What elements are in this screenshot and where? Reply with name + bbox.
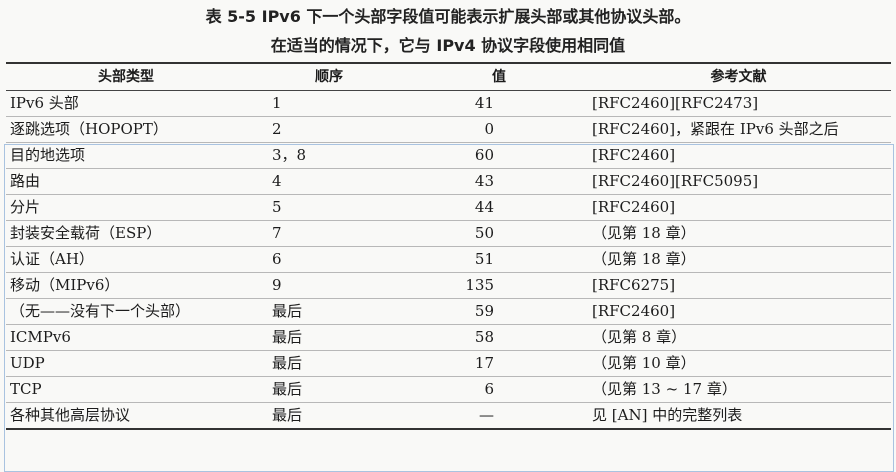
cell-header-type: 认证（AH） — [6, 246, 246, 273]
table-row: 认证（AH） 6 51 （见第 18 章） — [6, 246, 891, 273]
table-row: （无——没有下一个头部） 最后 59 [RFC2460] — [6, 298, 891, 325]
cell-order: 3，8 — [246, 142, 412, 169]
table-row: IPv6 头部 1 41 [RFC2460][RFC2473] — [6, 90, 891, 117]
cell-value: 17 — [412, 350, 586, 377]
cell-header-type: 逐跳选项（HOPOPT） — [6, 116, 246, 143]
cell-reference: 见 [AN] 中的完整列表 — [586, 402, 891, 430]
cell-reference: [RFC2460] — [586, 298, 891, 325]
table-caption-line-1: 表 5-5 IPv6 下一个头部字段值可能表示扩展头部或其他协议头部。 — [205, 7, 691, 26]
cell-order: 最后 — [246, 324, 412, 351]
table-header-row: 头部类型 顺序 值 参考文献 — [6, 62, 891, 91]
cell-order: 9 — [246, 272, 412, 299]
cell-reference: （见第 8 章） — [586, 324, 891, 351]
cell-value: 58 — [412, 324, 586, 351]
cell-order: 6 — [246, 246, 412, 273]
cell-header-type: UDP — [6, 350, 246, 377]
cell-order: 最后 — [246, 298, 412, 325]
column-header-value: 值 — [412, 62, 586, 91]
cell-value: 59 — [412, 298, 586, 325]
cell-value: 6 — [412, 376, 586, 403]
cell-value: 51 — [412, 246, 586, 273]
cell-order: 最后 — [246, 402, 412, 430]
cell-value: — — [412, 402, 586, 430]
cell-reference: [RFC2460][RFC5095] — [586, 168, 891, 195]
cell-reference: （见第 18 章） — [586, 220, 891, 247]
cell-value: 0 — [412, 116, 586, 143]
cell-header-type: 路由 — [6, 168, 246, 195]
cell-header-type: 分片 — [6, 194, 246, 221]
table-row: 移动（MIPv6） 9 135 [RFC6275] — [6, 272, 891, 299]
cell-reference: [RFC6275] — [586, 272, 891, 299]
table-caption-line-2: 在适当的情况下，它与 IPv4 协议字段使用相同值 — [270, 36, 626, 55]
cell-reference: （见第 13 ~ 17 章） — [586, 376, 891, 403]
table-row: TCP 最后 6 （见第 13 ~ 17 章） — [6, 376, 891, 403]
cell-header-type: 移动（MIPv6） — [6, 272, 246, 299]
cell-value: 43 — [412, 168, 586, 195]
column-header-order: 顺序 — [246, 62, 412, 91]
cell-value: 41 — [412, 90, 586, 117]
cell-order: 4 — [246, 168, 412, 195]
cell-header-type: （无——没有下一个头部） — [6, 298, 246, 325]
cell-value: 60 — [412, 142, 586, 169]
cell-order: 最后 — [246, 376, 412, 403]
table-row: UDP 最后 17 （见第 10 章） — [6, 350, 891, 377]
cell-value: 44 — [412, 194, 586, 221]
table-row: 目的地选项 3，8 60 [RFC2460] — [6, 142, 891, 169]
cell-reference: （见第 18 章） — [586, 246, 891, 273]
cell-header-type: 封装安全载荷（ESP） — [6, 220, 246, 247]
cell-order: 2 — [246, 116, 412, 143]
column-header-header-type: 头部类型 — [6, 62, 246, 91]
cell-header-type: TCP — [6, 376, 246, 403]
table-row: 各种其他高层协议 最后 — 见 [AN] 中的完整列表 — [6, 402, 891, 430]
table-row: 封装安全载荷（ESP） 7 50 （见第 18 章） — [6, 220, 891, 247]
cell-header-type: IPv6 头部 — [6, 90, 246, 117]
cell-header-type: ICMPv6 — [6, 324, 246, 351]
cell-value: 50 — [412, 220, 586, 247]
cell-order: 最后 — [246, 350, 412, 377]
next-header-values-table: 头部类型 顺序 值 参考文献 IPv6 头部 1 41 [RFC2460][RFC24… — [6, 62, 891, 430]
cell-reference: （见第 10 章） — [586, 350, 891, 377]
table-row: 路由 4 43 [RFC2460][RFC5095] — [6, 168, 891, 195]
cell-order: 7 — [246, 220, 412, 247]
cell-reference: [RFC2460] — [586, 194, 891, 221]
cell-reference: [RFC2460][RFC2473] — [586, 90, 891, 117]
cell-reference: [RFC2460] — [586, 142, 891, 169]
cell-order: 5 — [246, 194, 412, 221]
cell-header-type: 目的地选项 — [6, 142, 246, 169]
table-row: 逐跳选项（HOPOPT） 2 0 [RFC2460]，紧跟在 IPv6 头部之后 — [6, 116, 891, 143]
cell-order: 1 — [246, 90, 412, 117]
column-header-reference: 参考文献 — [586, 62, 891, 91]
cell-value: 135 — [412, 272, 586, 299]
cell-header-type: 各种其他高层协议 — [6, 402, 246, 430]
table-row: ICMPv6 最后 58 （见第 8 章） — [6, 324, 891, 351]
cell-reference: [RFC2460]，紧跟在 IPv6 头部之后 — [586, 116, 891, 143]
table-row: 分片 5 44 [RFC2460] — [6, 194, 891, 221]
